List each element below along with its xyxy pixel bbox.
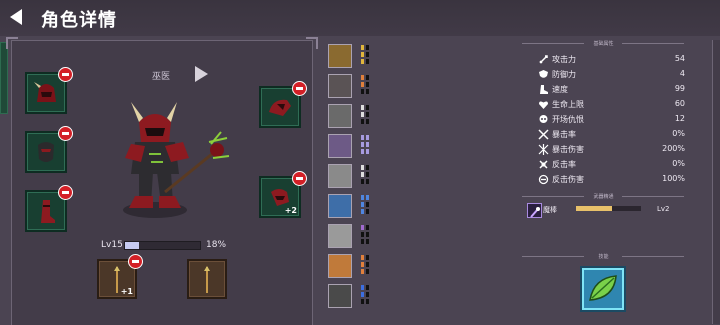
stat-label: 暴击伤害 (552, 145, 584, 154)
equip-slot-helmet[interactable] (25, 67, 73, 114)
remove-button[interactable] (58, 185, 73, 200)
hero-portrait-icon (328, 224, 352, 248)
right-edge-panel (712, 40, 720, 324)
weapon-name: 魔棒 (543, 206, 557, 214)
crit-damage-icon (538, 144, 549, 155)
left-edge-tab[interactable] (0, 42, 8, 114)
weapon-section-title: 武器精通 (593, 194, 614, 200)
hero-list-item[interactable] (328, 194, 374, 218)
stat-value: 100% (662, 174, 685, 183)
hero-list-item[interactable] (328, 254, 374, 278)
stat-value: 54 (674, 54, 685, 63)
hero-list-item[interactable] (328, 104, 374, 128)
remove-button[interactable] (128, 254, 143, 269)
hero-portrait-icon (328, 134, 352, 158)
hero-portrait-icon (328, 44, 352, 68)
hero-list-item[interactable] (328, 74, 374, 98)
stat-value: 4 (679, 69, 685, 78)
shield-icon (539, 70, 548, 78)
stat-value: 0% (672, 159, 685, 168)
stat-row: 暴击伤害 200% (538, 144, 686, 155)
heart-icon (539, 101, 548, 109)
upgrade-level: +2 (284, 206, 297, 215)
stat-row: 开场仇恨 12 (538, 114, 686, 125)
stat-row: 反击率 0% (538, 159, 686, 170)
back-arrow-icon[interactable] (10, 9, 22, 25)
upgrade-level: +1 (120, 287, 133, 296)
hero-list-item[interactable] (328, 44, 374, 68)
hero-portrait-icon (328, 194, 352, 218)
stat-label: 防御力 (552, 70, 576, 79)
sword-icon (539, 55, 548, 64)
skill-section-title: 技能 (598, 254, 609, 260)
hero-level: Lv15 (101, 240, 123, 250)
stat-row: 暴击率 0% (538, 129, 686, 140)
remove-button[interactable] (58, 126, 73, 141)
skull-icon (539, 115, 548, 123)
stat-value: 99 (674, 84, 685, 93)
stat-value: 60 (674, 99, 685, 108)
remove-button[interactable] (292, 81, 307, 96)
stat-value: 12 (674, 114, 685, 123)
stat-label: 暴击率 (552, 130, 576, 139)
hero-portrait-icon (328, 74, 352, 98)
leaf-skill-icon (589, 275, 617, 301)
weapon-slot-2[interactable] (187, 259, 227, 299)
exp-bar (124, 241, 201, 250)
hero-portrait-icon (328, 284, 352, 308)
equip-slot-boots[interactable] (25, 185, 73, 232)
stat-label: 反击伤害 (552, 175, 584, 184)
top-bar: 角色详情 (0, 0, 720, 36)
stat-label: 开场仇恨 (552, 115, 584, 124)
hero-list-item[interactable] (328, 224, 374, 248)
weapon-level: Lv2 (657, 205, 670, 213)
weapon-mastery-bar (576, 206, 641, 211)
equip-slot-shoulder[interactable] (259, 81, 307, 128)
shoulder-armor-icon (269, 99, 291, 116)
hero-portrait-icon (328, 104, 352, 128)
exp-bar-fill (125, 242, 139, 249)
stat-value: 200% (662, 144, 685, 153)
crit-icon (538, 129, 549, 140)
stat-row: 速度 99 (538, 84, 686, 95)
staff-icon (204, 266, 210, 293)
weapon-mastery-fill (576, 206, 612, 211)
stat-row: 反击伤害 100% (538, 174, 686, 185)
equip-slot-gauntlet[interactable]: +2 (259, 171, 307, 218)
stat-value: 0% (672, 129, 685, 138)
wand-icon (527, 203, 542, 218)
stat-label: 反击率 (552, 160, 576, 169)
stat-row: 防御力 4 (538, 69, 686, 80)
page-title: 角色详情 (41, 10, 117, 31)
class-label: 巫医 (152, 72, 171, 82)
stat-label: 生命上限 (552, 100, 584, 109)
exp-percent: 18% (206, 240, 227, 250)
hero-list-item[interactable] (328, 134, 374, 158)
hero-portrait-icon (328, 164, 352, 188)
stat-label: 攻击力 (552, 55, 576, 64)
remove-button[interactable] (58, 67, 73, 82)
skill-slot[interactable] (582, 268, 624, 310)
counter-icon (539, 160, 548, 169)
helmet-icon (34, 82, 56, 102)
hero-list-item[interactable] (328, 284, 374, 308)
boot-icon (540, 85, 548, 94)
weapon-slot-1[interactable]: +1 (97, 254, 143, 299)
hero-list-item[interactable] (328, 164, 374, 188)
counter-damage-icon (538, 174, 549, 185)
mask-icon (38, 142, 54, 162)
stat-label: 速度 (552, 85, 568, 94)
stats-section-title: 基础属性 (593, 41, 614, 47)
hero-portrait-icon (328, 254, 352, 278)
stat-row: 生命上限 60 (538, 99, 686, 110)
boot-icon (41, 200, 55, 223)
equip-slot-mask[interactable] (25, 126, 73, 173)
hero-portrait (123, 102, 230, 218)
remove-button[interactable] (292, 171, 307, 186)
stat-row: 攻击力 54 (538, 54, 686, 65)
next-class-arrow-icon[interactable] (195, 66, 208, 82)
